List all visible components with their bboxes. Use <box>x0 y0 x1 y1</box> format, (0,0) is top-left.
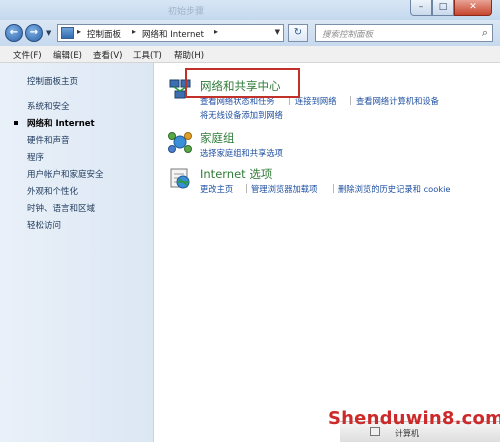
forward-button[interactable]: → <box>25 24 43 42</box>
menu-tools[interactable]: 工具(T) <box>133 49 162 61</box>
address-dropdown-icon[interactable]: ▼ <box>275 28 280 36</box>
link-separator <box>333 184 334 193</box>
title-bar: 初始步骤 – □ ✕ <box>0 0 500 20</box>
search-placeholder: 搜索控制面板 <box>322 30 374 40</box>
sidebar-item-hardware-sound[interactable]: 硬件和声音 <box>27 134 70 146</box>
sidebar: 控制面板主页 系统和安全 网络和 Internet 硬件和声音 程序 用户帐户和… <box>0 63 154 442</box>
internet-options-icon[interactable] <box>168 166 192 190</box>
link-homegroup-sharing-options[interactable]: 选择家庭组和共享选项 <box>200 147 283 159</box>
address-bar[interactable]: ▸ 控制面板 ▸ 网络和 Internet ▸ ▼ <box>57 24 284 42</box>
menu-bar: 文件(F) 编辑(E) 查看(V) 工具(T) 帮助(H) <box>0 46 500 63</box>
control-panel-icon <box>61 27 74 39</box>
sidebar-item-clock-language[interactable]: 时钟、语言和区域 <box>27 202 95 214</box>
minimize-button[interactable]: – <box>410 0 432 16</box>
breadcrumb-separator-icon[interactable]: ▸ <box>132 27 136 36</box>
menu-edit[interactable]: 编辑(E) <box>53 49 82 61</box>
navigation-bar: ← → ▼ ▸ 控制面板 ▸ 网络和 Internet ▸ ▼ ↻ 搜索控制面板… <box>0 20 500 46</box>
link-separator <box>350 96 351 105</box>
recent-pages-dropdown-icon[interactable]: ▼ <box>46 29 51 37</box>
breadcrumb-separator-icon[interactable]: ▸ <box>77 27 81 36</box>
category-title-homegroup[interactable]: 家庭组 <box>200 130 235 146</box>
menu-help[interactable]: 帮助(H) <box>174 49 204 61</box>
menu-file[interactable]: 文件(F) <box>13 49 42 61</box>
category-title-internet-options[interactable]: Internet 选项 <box>200 166 272 182</box>
status-text: 计算机 <box>395 429 419 438</box>
search-icon[interactable]: ⌕ <box>482 26 488 40</box>
breadcrumb-separator-icon[interactable]: ▸ <box>214 27 218 36</box>
back-button[interactable]: ← <box>5 24 23 42</box>
sidebar-item-home[interactable]: 控制面板主页 <box>27 75 78 87</box>
sidebar-item-system-security[interactable]: 系统和安全 <box>27 100 70 112</box>
link-connect-to-network[interactable]: 连接到网络 <box>295 95 337 107</box>
link-separator <box>246 184 247 193</box>
link-change-homepage[interactable]: 更改主页 <box>200 183 233 195</box>
sidebar-item-network-internet[interactable]: 网络和 Internet <box>27 117 95 129</box>
homegroup-icon[interactable] <box>167 130 193 154</box>
menu-view[interactable]: 查看(V) <box>93 49 122 61</box>
link-view-network-computers[interactable]: 查看网络计算机和设备 <box>356 95 439 107</box>
refresh-button[interactable]: ↻ <box>288 24 308 42</box>
active-item-bullet <box>14 121 18 125</box>
main-content: 网络和共享中心 查看网络状态和任务 连接到网络 查看网络计算机和设备 将无线设备… <box>154 63 500 442</box>
breadcrumb-network-internet[interactable]: 网络和 Internet <box>142 28 204 40</box>
breadcrumb-control-panel[interactable]: 控制面板 <box>87 28 121 40</box>
faded-window-title: 初始步骤 <box>168 7 205 17</box>
search-input[interactable]: 搜索控制面板 ⌕ <box>315 24 493 42</box>
sidebar-item-appearance[interactable]: 外观和个性化 <box>27 185 78 197</box>
link-add-wireless-device[interactable]: 将无线设备添加到网络 <box>200 109 283 121</box>
link-delete-browsing-history[interactable]: 删除浏览的历史记录和 cookie <box>338 183 451 195</box>
sidebar-item-ease-of-access[interactable]: 轻松访问 <box>27 219 61 231</box>
watermark: Shenduwin8.com <box>328 408 500 429</box>
sidebar-item-user-accounts[interactable]: 用户帐户和家庭安全 <box>27 168 104 180</box>
window-controls: – □ ✕ <box>410 0 492 16</box>
sidebar-item-programs[interactable]: 程序 <box>27 151 44 163</box>
link-manage-addons[interactable]: 管理浏览器加载项 <box>251 183 317 195</box>
highlight-box <box>185 68 300 98</box>
close-button[interactable]: ✕ <box>454 0 492 16</box>
maximize-button[interactable]: □ <box>432 0 454 16</box>
